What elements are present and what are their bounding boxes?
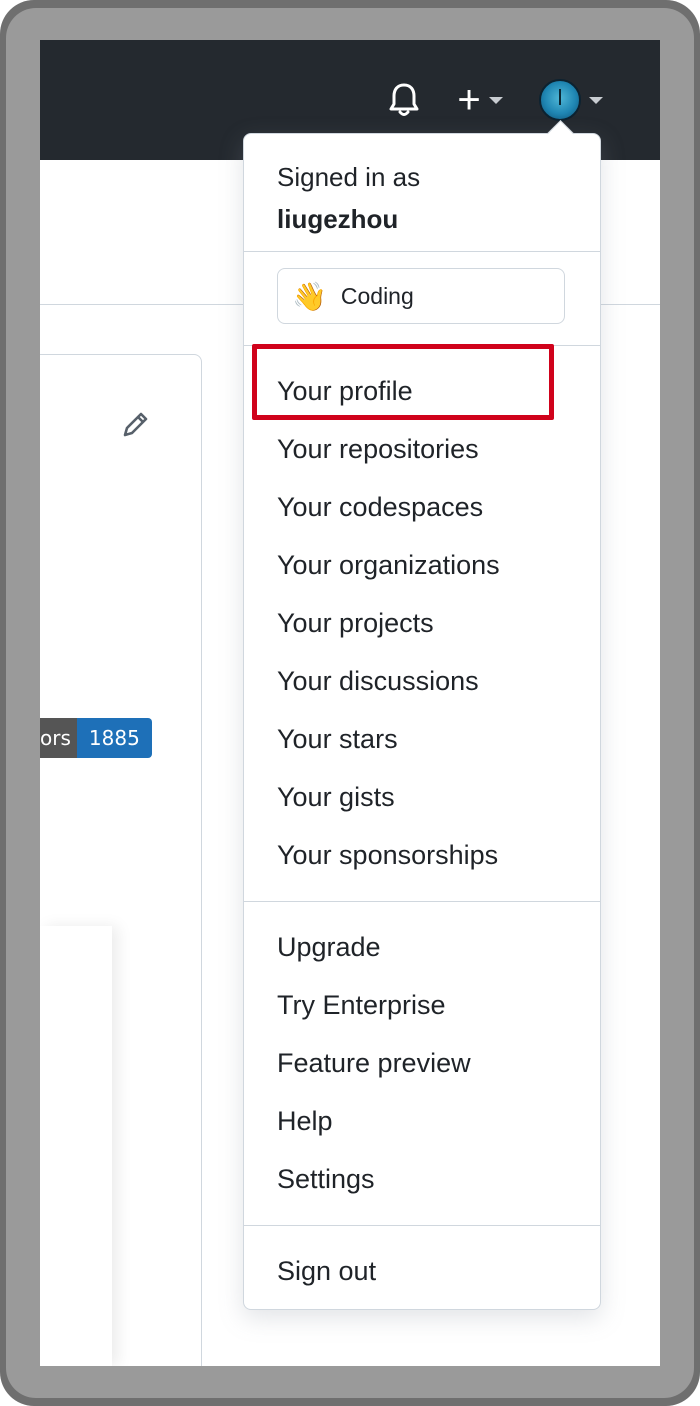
pencil-icon	[123, 412, 148, 437]
menu-item-feature-preview[interactable]: Feature preview	[277, 1043, 471, 1083]
avatar	[539, 79, 581, 121]
visitors-badge: ors 1885	[40, 718, 152, 758]
menu-item-your-projects[interactable]: Your projects	[277, 603, 434, 643]
menu-divider	[244, 251, 600, 252]
content-card	[40, 926, 112, 1366]
plus-icon: +	[457, 78, 481, 122]
notifications-button[interactable]	[386, 80, 422, 120]
menu-item-your-gists[interactable]: Your gists	[277, 777, 395, 817]
username: liugezhou	[277, 204, 399, 234]
menu-item-try-enterprise[interactable]: Try Enterprise	[277, 985, 446, 1025]
menu-item-settings[interactable]: Settings	[277, 1159, 375, 1199]
menu-item-your-organizations[interactable]: Your organizations	[277, 545, 500, 585]
badge-label: ors	[40, 718, 77, 758]
menu-divider	[244, 1225, 600, 1226]
menu-divider	[244, 901, 600, 902]
waving-hand-icon: 👋	[292, 280, 327, 312]
chevron-down-icon	[589, 96, 603, 104]
menu-item-your-sponsorships[interactable]: Your sponsorships	[277, 835, 498, 875]
menu-item-your-stars[interactable]: Your stars	[277, 719, 398, 759]
user-menu-button[interactable]	[536, 79, 606, 121]
set-status-button[interactable]: 👋 Coding	[277, 268, 565, 324]
chevron-down-icon	[488, 96, 503, 104]
screen: + ors 1885 Signed in as liugezhou 👋 Codi…	[40, 40, 660, 1366]
menu-item-help[interactable]: Help	[277, 1101, 333, 1141]
badge-count: 1885	[76, 718, 152, 758]
menu-item-your-codespaces[interactable]: Your codespaces	[277, 487, 483, 527]
menu-item-sign-out[interactable]: Sign out	[277, 1251, 376, 1291]
bell-icon	[389, 83, 419, 116]
user-dropdown-menu: Signed in as liugezhou 👋 Coding Your pro…	[243, 120, 601, 1310]
signed-in-header: Signed in as liugezhou	[277, 156, 420, 240]
menu-item-your-repositories[interactable]: Your repositories	[277, 429, 479, 469]
menu-item-your-profile[interactable]: Your profile	[277, 371, 413, 411]
menu-item-your-discussions[interactable]: Your discussions	[277, 661, 479, 701]
signed-in-label: Signed in as	[277, 162, 421, 192]
status-text: Coding	[340, 282, 414, 309]
device-frame: + ors 1885 Signed in as liugezhou 👋 Codi…	[0, 0, 700, 1406]
menu-item-upgrade[interactable]: Upgrade	[277, 927, 381, 967]
create-new-button[interactable]: +	[450, 78, 510, 122]
edit-button[interactable]	[120, 408, 152, 440]
